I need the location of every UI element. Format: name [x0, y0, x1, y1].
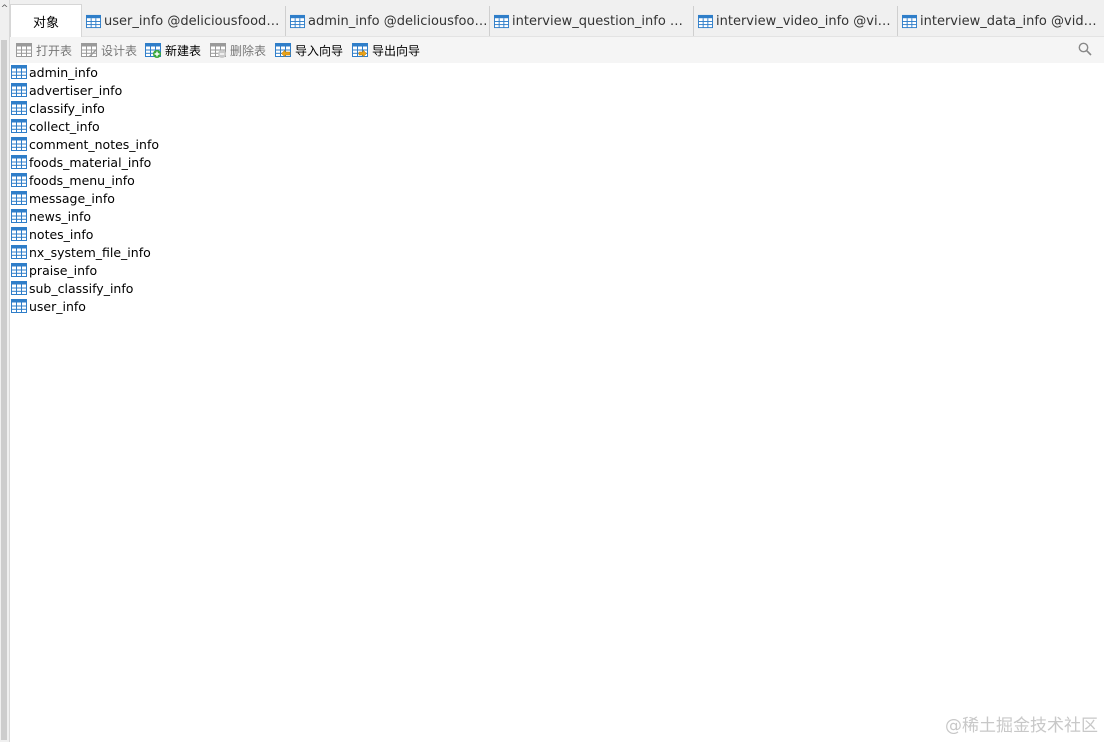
list-item[interactable]: classify_info — [11, 99, 411, 117]
table-icon — [290, 14, 305, 29]
delete-table-label: 删除表 — [230, 43, 267, 58]
tab-interview-question-info[interactable]: interview_question_info @vid... — [490, 6, 694, 36]
list-item[interactable]: comment_notes_info — [11, 135, 411, 153]
tab-label: interview_question_info @vid... — [512, 13, 693, 29]
table-name: comment_notes_info — [29, 136, 160, 152]
new-table-icon — [145, 42, 161, 58]
list-item[interactable]: message_info — [11, 189, 411, 207]
list-item[interactable]: foods_menu_info — [11, 171, 411, 189]
table-name: news_info — [29, 208, 92, 224]
design-table-button[interactable]: 设计表 — [81, 41, 137, 59]
list-item[interactable]: notes_info — [11, 225, 411, 243]
design-table-label: 设计表 — [101, 43, 138, 58]
collapse-caret-icon[interactable]: ^ — [0, 4, 9, 14]
table-icon — [11, 226, 27, 242]
design-table-icon — [81, 42, 97, 57]
list-item[interactable]: user_info — [11, 297, 411, 315]
table-icon — [11, 172, 27, 188]
open-table-icon — [16, 42, 32, 58]
tab-admin-info[interactable]: admin_info @deliciousfoods... — [286, 6, 490, 36]
table-name: admin_info — [29, 64, 98, 80]
table-icon — [902, 14, 917, 29]
tab-bar: 对象 user_info @deliciousfoods (l... admin… — [10, 0, 1104, 37]
table-icon — [11, 136, 27, 152]
table-icon — [11, 244, 27, 260]
delete-table-icon — [210, 42, 226, 58]
table-name: collect_info — [29, 118, 100, 134]
table-icon — [86, 14, 101, 29]
table-icon — [11, 118, 27, 134]
table-name: praise_info — [29, 262, 98, 278]
new-table-label: 新建表 — [165, 43, 202, 58]
tab-objects[interactable]: 对象 — [10, 4, 82, 37]
list-item[interactable]: nx_system_file_info — [11, 243, 411, 261]
table-icon — [11, 208, 27, 224]
table-icon — [698, 14, 713, 29]
list-item[interactable]: foods_material_info — [11, 153, 411, 171]
list-item[interactable]: admin_info — [11, 63, 411, 81]
import-wizard-button[interactable]: 导入向导 — [275, 41, 343, 59]
export-wizard-icon — [352, 42, 368, 58]
table-icon — [11, 262, 27, 278]
scrollbar-thumb[interactable] — [1, 40, 7, 740]
table-name: foods_material_info — [29, 154, 152, 170]
table-icon — [11, 190, 27, 206]
list-item[interactable]: sub_classify_info — [11, 279, 411, 297]
tab-interview-data-info[interactable]: interview_data_info @video-i... — [898, 6, 1104, 36]
table-name: notes_info — [29, 226, 94, 242]
tab-label: 对象 — [32, 15, 59, 31]
table-list: admin_info advertiser_info classify_info… — [11, 63, 411, 315]
export-wizard-button[interactable]: 导出向导 — [352, 41, 420, 59]
import-wizard-icon — [275, 42, 291, 58]
list-item[interactable]: collect_info — [11, 117, 411, 135]
list-item[interactable]: praise_info — [11, 261, 411, 279]
table-icon — [11, 100, 27, 116]
delete-table-button[interactable]: 删除表 — [210, 41, 266, 59]
tab-label: interview_video_info @video... — [716, 13, 897, 29]
open-table-button[interactable]: 打开表 — [16, 41, 72, 59]
tab-label: admin_info @deliciousfoods... — [308, 13, 489, 29]
list-item[interactable]: advertiser_info — [11, 81, 411, 99]
table-name: message_info — [29, 190, 115, 206]
object-toolbar: 打开表 设计表 新建表 删除表 导入向导 导出向导 — [10, 37, 1104, 63]
table-icon — [11, 280, 27, 296]
table-icon — [11, 154, 27, 170]
table-icon — [494, 14, 509, 29]
tab-label: user_info @deliciousfoods (l... — [104, 13, 285, 29]
import-wizard-label: 导入向导 — [295, 43, 344, 58]
table-name: user_info — [29, 298, 86, 314]
table-name: classify_info — [29, 100, 105, 116]
new-table-button[interactable]: 新建表 — [145, 41, 201, 59]
table-icon — [11, 82, 27, 98]
tab-user-info[interactable]: user_info @deliciousfoods (l... — [82, 6, 286, 36]
export-wizard-label: 导出向导 — [372, 43, 421, 58]
table-name: advertiser_info — [29, 82, 123, 98]
tab-interview-video-info[interactable]: interview_video_info @video... — [694, 6, 898, 36]
open-table-label: 打开表 — [36, 43, 73, 58]
search-icon[interactable] — [1078, 42, 1092, 56]
tab-label: interview_data_info @video-i... — [920, 13, 1104, 29]
list-item[interactable]: news_info — [11, 207, 411, 225]
table-name: sub_classify_info — [29, 280, 134, 296]
table-icon — [11, 64, 27, 80]
table-name: nx_system_file_info — [29, 244, 151, 260]
watermark: @稀土掘金技术社区 — [945, 716, 1098, 736]
table-icon — [11, 298, 27, 314]
left-panel-scrollbar[interactable]: ^ — [0, 0, 10, 742]
table-name: foods_menu_info — [29, 172, 135, 188]
